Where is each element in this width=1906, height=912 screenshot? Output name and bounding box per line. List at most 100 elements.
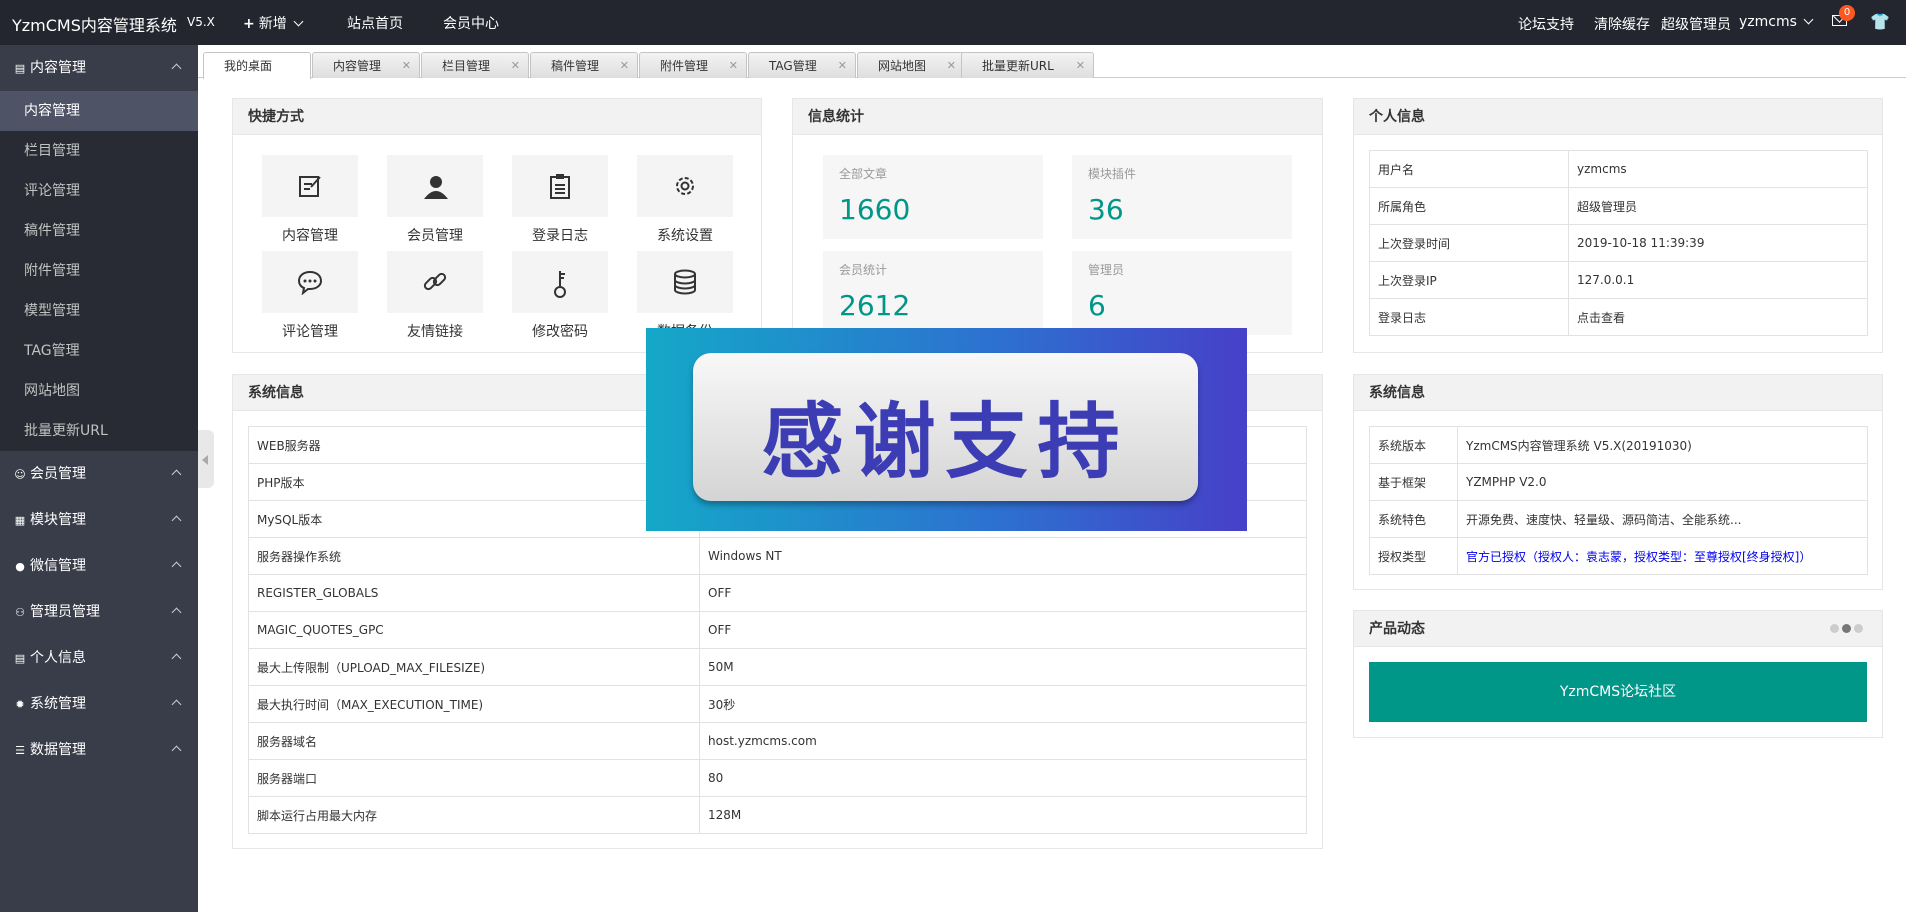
close-icon[interactable]: ✕: [511, 53, 520, 79]
sidebar-collapse-handle[interactable]: [198, 430, 214, 488]
new-menu[interactable]: + 新增: [243, 13, 304, 33]
plus-icon: +: [243, 16, 255, 32]
clipboard-icon: [550, 174, 570, 199]
shortcut-comment[interactable]: 评论管理: [262, 251, 358, 347]
shortcut-settings[interactable]: 系统设置: [637, 155, 733, 251]
table-row: 服务器域名 host.yzmcms.com: [248, 722, 1307, 760]
chevron-down-icon: [1803, 14, 1814, 25]
wechat-icon: ●: [15, 560, 25, 573]
sidebar-group-wechat[interactable]: ● 微信管理: [0, 543, 198, 589]
sidebar-item-batch-url[interactable]: 批量更新URL: [0, 411, 198, 451]
sidebar-group-data[interactable]: ☰ 数据管理: [0, 727, 198, 773]
sidebar: ▤ 内容管理 内容管理 栏目管理 评论管理 稿件管理 附件管理 模型管理 TAG管…: [0, 45, 198, 912]
tab-my-desktop[interactable]: 我的桌面: [203, 52, 311, 79]
table-row: 系统版本 YzmCMS内容管理系统 V5.X(20191030): [1369, 426, 1868, 464]
sidebar-group-content[interactable]: ▤ 内容管理: [0, 45, 198, 91]
system-title: 系统信息: [1354, 375, 1882, 411]
user-menu[interactable]: yzmcms: [1739, 14, 1814, 30]
close-icon[interactable]: ✕: [947, 53, 956, 79]
thanks-banner-card: 感谢支持: [693, 353, 1198, 501]
table-row: 服务器端口 80: [248, 759, 1307, 797]
version-label: V5.X: [187, 15, 215, 29]
chevron-up-icon: [171, 469, 182, 480]
sidebar-item-manuscript[interactable]: 稿件管理: [0, 211, 198, 251]
sidebar-item-category[interactable]: 栏目管理: [0, 131, 198, 171]
sidebar-group-admin[interactable]: ⚇ 管理员管理: [0, 589, 198, 635]
table-row: 授权类型 官方已授权（授权人：袁志蒙，授权类型：至尊授权[终身授权]）: [1369, 537, 1868, 575]
database-icon: ☰: [15, 744, 25, 757]
chevron-up-icon: [171, 63, 182, 74]
table-row: 服务器操作系统 Windows NT: [248, 537, 1307, 575]
sidebar-group-system[interactable]: ✹ 系统管理: [0, 681, 198, 727]
close-icon[interactable]: ✕: [838, 53, 847, 79]
stat-admins[interactable]: 管理员 6: [1072, 251, 1292, 335]
gear-icon: [676, 177, 694, 195]
link-icon: [423, 272, 447, 291]
chevron-up-icon: [171, 745, 182, 756]
tab-batch-url[interactable]: 批量更新URL ✕: [961, 52, 1094, 78]
role-label: 超级管理员: [1661, 17, 1731, 33]
nav-member-center[interactable]: 会员中心: [443, 13, 499, 33]
shortcut-content[interactable]: 内容管理: [262, 155, 358, 251]
sidebar-group-profile[interactable]: ▤ 个人信息: [0, 635, 198, 681]
table-row: 所属角色 超级管理员: [1369, 187, 1868, 225]
table-row: 上次登录IP 127.0.0.1: [1369, 261, 1868, 299]
forum-community-button[interactable]: YzmCMS论坛社区: [1369, 662, 1867, 722]
shortcut-friend-link[interactable]: 友情链接: [387, 251, 483, 347]
table-row: 最大上传限制（UPLOAD_MAX_FILESIZE) 50M: [248, 648, 1307, 686]
sidebar-item-sitemap[interactable]: 网站地图: [0, 371, 198, 411]
forum-support-link[interactable]: 论坛支持: [1518, 14, 1574, 34]
chevron-up-icon: [171, 561, 182, 572]
login-log-link[interactable]: 点击查看: [1568, 298, 1868, 336]
close-icon[interactable]: ✕: [402, 53, 411, 79]
nav-site-home[interactable]: 站点首页: [347, 13, 403, 33]
shortcut-member[interactable]: 会员管理: [387, 155, 483, 251]
sidebar-group-module[interactable]: ▦ 模块管理: [0, 497, 198, 543]
top-bar: YzmCMS内容管理系统 V5.X + 新增 站点首页 会员中心 论坛支持 清除缓…: [0, 0, 1906, 45]
chevron-up-icon: [171, 653, 182, 664]
sidebar-item-comment[interactable]: 评论管理: [0, 171, 198, 211]
edit-icon: [299, 176, 321, 197]
sidebar-item-attachment[interactable]: 附件管理: [0, 251, 198, 291]
tab-bar: 我的桌面 内容管理 ✕ 栏目管理 ✕ 稿件管理 ✕ 附件管理 ✕ TAG管理 ✕ 网站地图…: [198, 45, 1906, 79]
sidebar-group-member[interactable]: ☺ 会员管理: [0, 451, 198, 497]
key-icon: [554, 271, 566, 298]
sidebar-submenu: 内容管理 栏目管理 评论管理 稿件管理 附件管理 模型管理 TAG管理 网站地图…: [0, 91, 198, 451]
license-link[interactable]: 官方已授权（授权人：袁志蒙，授权类型：至尊授权[终身授权]）: [1457, 537, 1868, 575]
brand-title[interactable]: YzmCMS内容管理系统: [12, 12, 177, 36]
sidebar-item-model[interactable]: 模型管理: [0, 291, 198, 331]
gear-icon: ✹: [15, 698, 25, 711]
tab-tag[interactable]: TAG管理 ✕: [748, 52, 856, 78]
sidebar-item-content[interactable]: 内容管理: [0, 91, 198, 131]
table-row: 系统特色 开源免费、速度快、轻量级、源码简洁、全能系统...: [1369, 500, 1868, 538]
table-row: REGISTER_GLOBALS OFF: [248, 574, 1307, 612]
user-icon: [424, 176, 448, 199]
user-icon: ☺: [14, 468, 26, 481]
table-row: 上次登录时间 2019-10-18 11:39:39: [1369, 224, 1868, 262]
carousel-dots[interactable]: [1827, 622, 1863, 637]
close-icon[interactable]: ✕: [1076, 53, 1085, 79]
grid-icon: ▦: [14, 514, 26, 527]
stat-members[interactable]: 会员统计 2612: [823, 251, 1043, 335]
chevron-up-icon: [171, 699, 182, 710]
close-icon[interactable]: ✕: [729, 53, 738, 79]
stat-plugins[interactable]: 模块插件 36: [1072, 155, 1292, 239]
table-row: 用户名 yzmcms: [1369, 150, 1868, 188]
document-icon: ▤: [14, 62, 26, 75]
stat-articles[interactable]: 全部文章 1660: [823, 155, 1043, 239]
tab-sitemap[interactable]: 网站地图 ✕: [857, 52, 965, 78]
tab-content[interactable]: 内容管理 ✕: [312, 52, 420, 78]
chevron-down-icon: [293, 16, 304, 27]
theme-shirt-icon[interactable]: 👕: [1870, 12, 1890, 31]
shortcut-change-password[interactable]: 修改密码: [512, 251, 608, 347]
tab-category[interactable]: 栏目管理 ✕: [421, 52, 529, 78]
close-icon[interactable]: ✕: [620, 53, 629, 79]
clear-cache-link[interactable]: 清除缓存: [1594, 14, 1650, 34]
personal-title: 个人信息: [1354, 99, 1882, 135]
comment-icon: [297, 270, 323, 295]
tab-attachment[interactable]: 附件管理 ✕: [639, 52, 747, 78]
shortcut-login-log[interactable]: 登录日志: [512, 155, 608, 251]
sidebar-item-tag[interactable]: TAG管理: [0, 331, 198, 371]
personal-table: 用户名 yzmcms 所属角色 超级管理员 上次登录时间 2019-10-18 11:…: [1369, 150, 1868, 336]
tab-manuscript[interactable]: 稿件管理 ✕: [530, 52, 638, 78]
